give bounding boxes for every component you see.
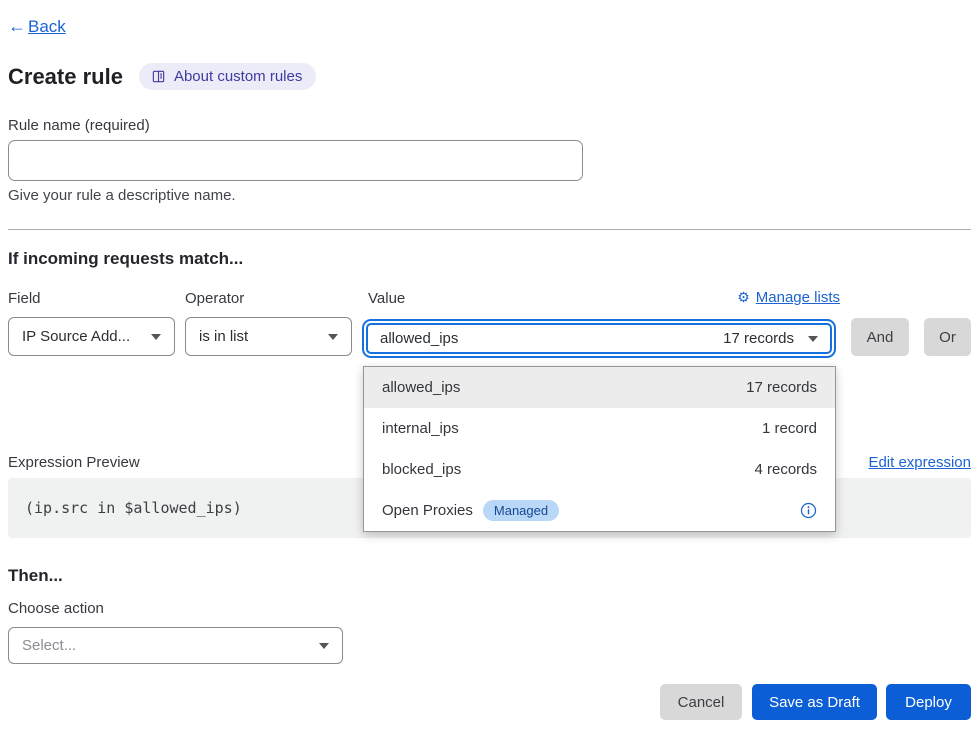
list-item-name: allowed_ips xyxy=(382,379,460,396)
choose-action-label: Choose action xyxy=(8,600,104,617)
manage-lists-link[interactable]: ⚙ Manage lists xyxy=(737,289,840,306)
info-icon[interactable] xyxy=(800,502,817,519)
list-item-name: Open Proxies xyxy=(382,502,473,519)
back-arrow-icon: ← xyxy=(8,16,26,37)
gear-icon: ⚙ xyxy=(737,289,750,306)
list-item-records: 17 records xyxy=(746,379,817,396)
book-icon xyxy=(151,69,166,84)
field-select-value: IP Source Add... xyxy=(22,328,130,345)
list-item-blocked-ips[interactable]: blocked_ips 4 records xyxy=(364,449,835,490)
list-item-name: blocked_ips xyxy=(382,461,461,478)
match-section-heading: If incoming requests match... xyxy=(8,249,243,269)
edit-expression-link[interactable]: Edit expression xyxy=(868,454,971,471)
rule-name-label: Rule name (required) xyxy=(8,117,150,134)
save-as-draft-button[interactable]: Save as Draft xyxy=(752,684,877,720)
about-badge-label: About custom rules xyxy=(174,68,302,85)
create-rule-page: ←Back Create rule About custom rules Rul… xyxy=(0,0,979,739)
chevron-down-icon xyxy=(319,643,329,649)
action-select-placeholder: Select... xyxy=(22,637,76,654)
back-link[interactable]: ←Back xyxy=(8,16,66,37)
list-item-internal-ips[interactable]: internal_ips 1 record xyxy=(364,408,835,449)
section-divider xyxy=(8,229,971,230)
chevron-down-icon xyxy=(328,334,338,340)
expression-preview-label: Expression Preview xyxy=(8,454,140,471)
and-button[interactable]: And xyxy=(851,318,909,356)
operator-select[interactable]: is in list xyxy=(185,317,352,356)
value-dropdown-panel: allowed_ips 17 records internal_ips 1 re… xyxy=(363,366,836,532)
title-row: Create rule About custom rules xyxy=(8,63,316,90)
value-select-records: 17 records xyxy=(723,330,794,347)
rule-name-input[interactable] xyxy=(8,140,583,181)
or-button[interactable]: Or xyxy=(924,318,971,356)
about-custom-rules-link[interactable]: About custom rules xyxy=(139,63,316,90)
value-select[interactable]: allowed_ips 17 records xyxy=(366,323,832,354)
cancel-button[interactable]: Cancel xyxy=(660,684,742,720)
deploy-button[interactable]: Deploy xyxy=(886,684,971,720)
expression-code: (ip.src in $allowed_ips) xyxy=(25,499,242,517)
operator-select-value: is in list xyxy=(199,328,248,345)
list-item-open-proxies[interactable]: Open Proxies Managed xyxy=(364,490,835,531)
back-link-label: Back xyxy=(28,17,66,37)
list-item-records: 4 records xyxy=(754,461,817,478)
operator-label: Operator xyxy=(185,290,244,307)
chevron-down-icon xyxy=(808,336,818,342)
rule-name-helper: Give your rule a descriptive name. xyxy=(8,187,236,204)
list-item-allowed-ips[interactable]: allowed_ips 17 records xyxy=(364,367,835,408)
value-select-name: allowed_ips xyxy=(380,330,723,347)
list-item-name: internal_ips xyxy=(382,420,459,437)
manage-lists-label: Manage lists xyxy=(756,289,840,306)
chevron-down-icon xyxy=(151,334,161,340)
field-label: Field xyxy=(8,290,41,307)
list-item-records: 1 record xyxy=(762,420,817,437)
action-select[interactable]: Select... xyxy=(8,627,343,664)
managed-badge: Managed xyxy=(483,500,559,521)
then-section-heading: Then... xyxy=(8,566,63,586)
field-select[interactable]: IP Source Add... xyxy=(8,317,175,356)
page-title: Create rule xyxy=(8,64,123,90)
value-label: Value xyxy=(368,290,405,307)
